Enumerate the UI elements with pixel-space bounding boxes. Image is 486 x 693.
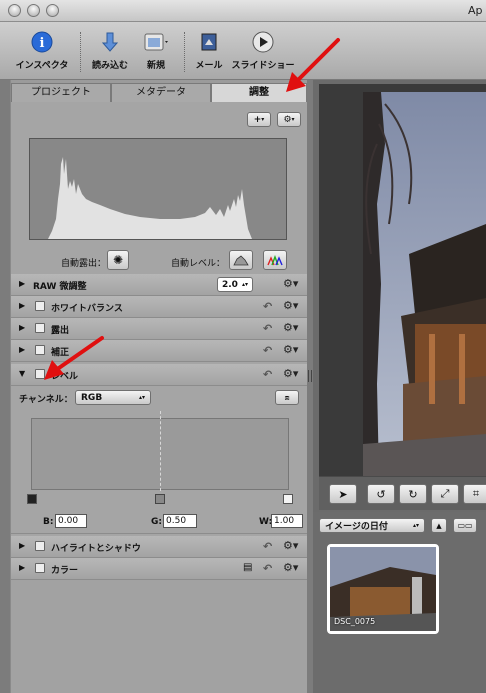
annotation-arrow-levels: [44, 336, 104, 380]
annotation-arrows: [44, 38, 340, 380]
annotation-arrow-tab: [286, 38, 340, 92]
